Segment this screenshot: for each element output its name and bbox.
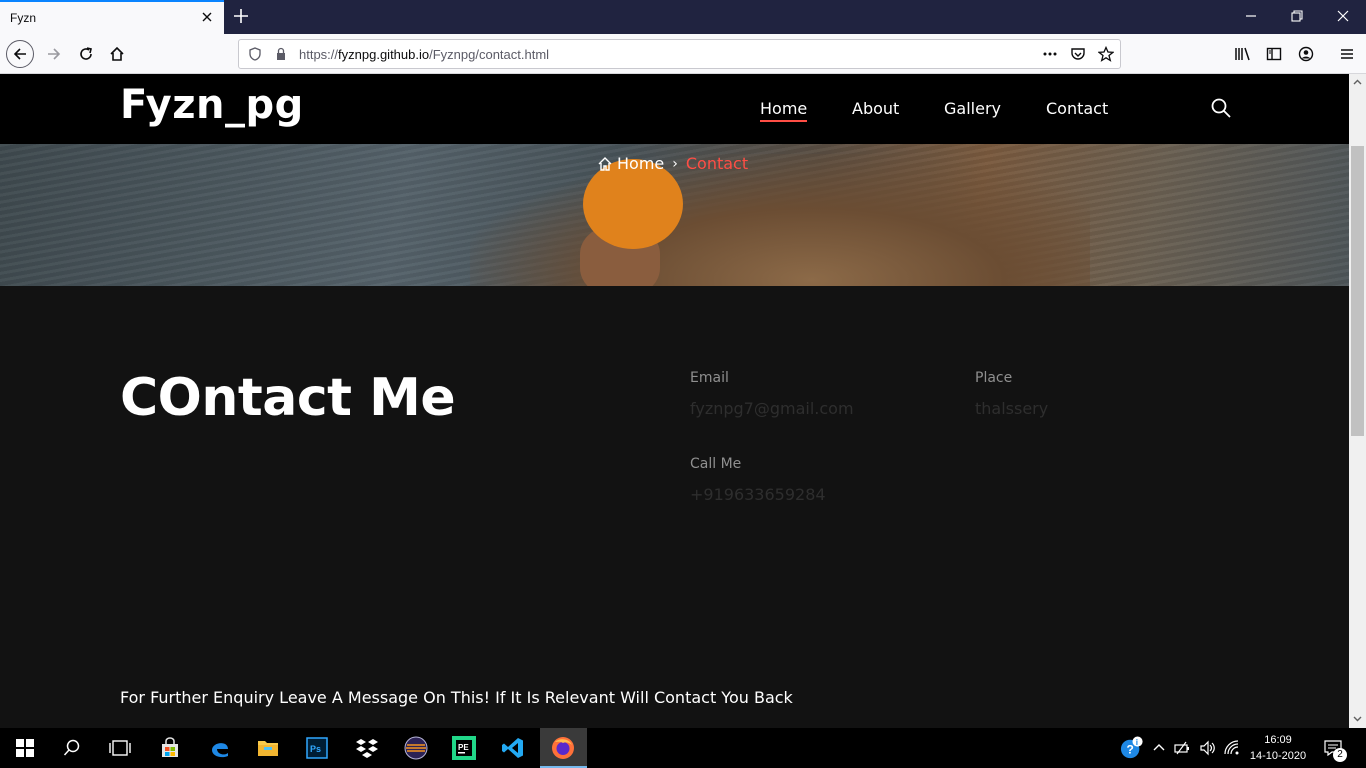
taskbar-clock[interactable]: 16:09 14-10-2020 <box>1248 732 1308 764</box>
close-tab-icon[interactable] <box>199 9 215 25</box>
nav-gallery[interactable]: Gallery <box>944 99 1001 118</box>
vscode-icon[interactable] <box>501 736 525 760</box>
svg-text:PE: PE <box>458 743 469 752</box>
url-text[interactable]: https://fyznpg.github.io/Fyznpg/contact.… <box>299 47 549 62</box>
breadcrumb-home-link[interactable]: Home <box>617 154 664 173</box>
reload-icon <box>80 47 92 60</box>
chevron-up-icon[interactable] <box>1153 742 1165 752</box>
email-label: Email <box>690 370 729 386</box>
contact-section: COntact Me Email fyznpg7@gmail.com Place… <box>0 286 1349 728</box>
tracking-protection-icon[interactable] <box>248 47 262 61</box>
clock-time: 16:09 <box>1264 734 1292 746</box>
reload-button[interactable] <box>72 40 100 68</box>
back-button[interactable] <box>6 40 34 68</box>
nav-home[interactable]: Home <box>760 99 808 122</box>
home-icon <box>110 46 124 61</box>
tab-title: Fyzn <box>10 11 37 25</box>
hero-banner: Home › Contact <box>0 144 1349 286</box>
enquiry-text: For Further Enquiry Leave A Message On T… <box>120 688 793 707</box>
place-label: Place <box>975 370 1013 386</box>
windows-start-icon[interactable] <box>13 736 37 760</box>
svg-text:?: ? <box>1126 743 1133 757</box>
lock-icon[interactable] <box>274 47 288 61</box>
browser-toolbar: https://fyznpg.github.io/Fyznpg/contact.… <box>0 34 1366 74</box>
scroll-up-icon[interactable] <box>1353 78 1362 87</box>
firefox-icon[interactable] <box>551 736 575 760</box>
page-title: COntact Me <box>120 368 456 428</box>
pycharm-edu-icon[interactable]: PE <box>452 736 476 760</box>
nav-about[interactable]: About <box>852 99 899 118</box>
restore-window-icon[interactable] <box>1290 9 1304 23</box>
place-value: thalssery <box>975 399 1049 418</box>
close-window-icon[interactable] <box>1336 9 1350 23</box>
help-tray-icon[interactable]: ? i <box>1120 736 1144 760</box>
svg-text:i: i <box>1136 737 1138 747</box>
page-actions-icon[interactable] <box>1042 47 1058 61</box>
breadcrumb: Home › Contact <box>597 154 748 173</box>
browser-tab[interactable]: Fyzn <box>0 0 224 34</box>
task-view-icon[interactable] <box>108 736 132 760</box>
email-value[interactable]: fyznpg7@gmail.com <box>690 399 854 418</box>
pocket-icon[interactable] <box>1070 46 1086 62</box>
forward-button[interactable] <box>40 40 68 68</box>
library-icon[interactable] <box>1234 46 1252 62</box>
wifi-icon[interactable] <box>1224 740 1240 756</box>
home-button[interactable] <box>103 40 131 68</box>
call-label: Call Me <box>690 456 742 472</box>
nav-contact[interactable]: Contact <box>1046 99 1108 118</box>
notification-count-badge: 2 <box>1333 748 1347 762</box>
edge-browser-icon[interactable] <box>208 736 232 760</box>
microsoft-store-icon[interactable] <box>158 736 182 760</box>
battery-icon[interactable] <box>1174 740 1192 756</box>
photoshop-icon[interactable]: Ps <box>305 736 329 760</box>
new-tab-icon[interactable] <box>232 7 250 25</box>
home-icon <box>598 156 612 171</box>
taskbar-search-icon[interactable] <box>60 736 84 760</box>
svg-text:Ps: Ps <box>310 744 321 754</box>
clock-date: 14-10-2020 <box>1249 750 1307 762</box>
chevron-right-icon: › <box>672 155 678 172</box>
scroll-down-icon[interactable] <box>1353 714 1362 723</box>
forward-arrow-icon <box>48 48 61 60</box>
page-scrollbar[interactable] <box>1349 74 1366 728</box>
account-icon[interactable] <box>1298 46 1314 62</box>
sidebar-icon[interactable] <box>1266 46 1282 62</box>
address-bar[interactable]: https://fyznpg.github.io/Fyznpg/contact.… <box>238 39 1121 69</box>
dropbox-icon[interactable] <box>355 736 379 760</box>
phone-value[interactable]: +919633659284 <box>690 485 826 504</box>
scroll-thumb[interactable] <box>1351 146 1364 436</box>
site-header: Fyzn_pg Home About Gallery Contact <box>0 74 1349 144</box>
hero-cliff <box>470 154 1090 286</box>
menu-icon[interactable] <box>1339 46 1355 62</box>
windows-taskbar: Ps PE ? i 16:09 14-10-2020 2 <box>0 728 1366 768</box>
volume-icon[interactable] <box>1199 740 1217 756</box>
file-explorer-icon[interactable] <box>256 736 280 760</box>
eclipse-icon[interactable] <box>404 736 428 760</box>
search-icon[interactable] <box>1210 97 1232 119</box>
browser-tab-strip: Fyzn <box>0 0 1366 34</box>
site-logo[interactable]: Fyzn_pg <box>120 82 304 128</box>
back-arrow-icon <box>13 48 26 60</box>
minimize-window-icon[interactable] <box>1244 9 1258 23</box>
breadcrumb-current: Contact <box>685 154 749 173</box>
bookmark-star-icon[interactable] <box>1098 46 1114 62</box>
